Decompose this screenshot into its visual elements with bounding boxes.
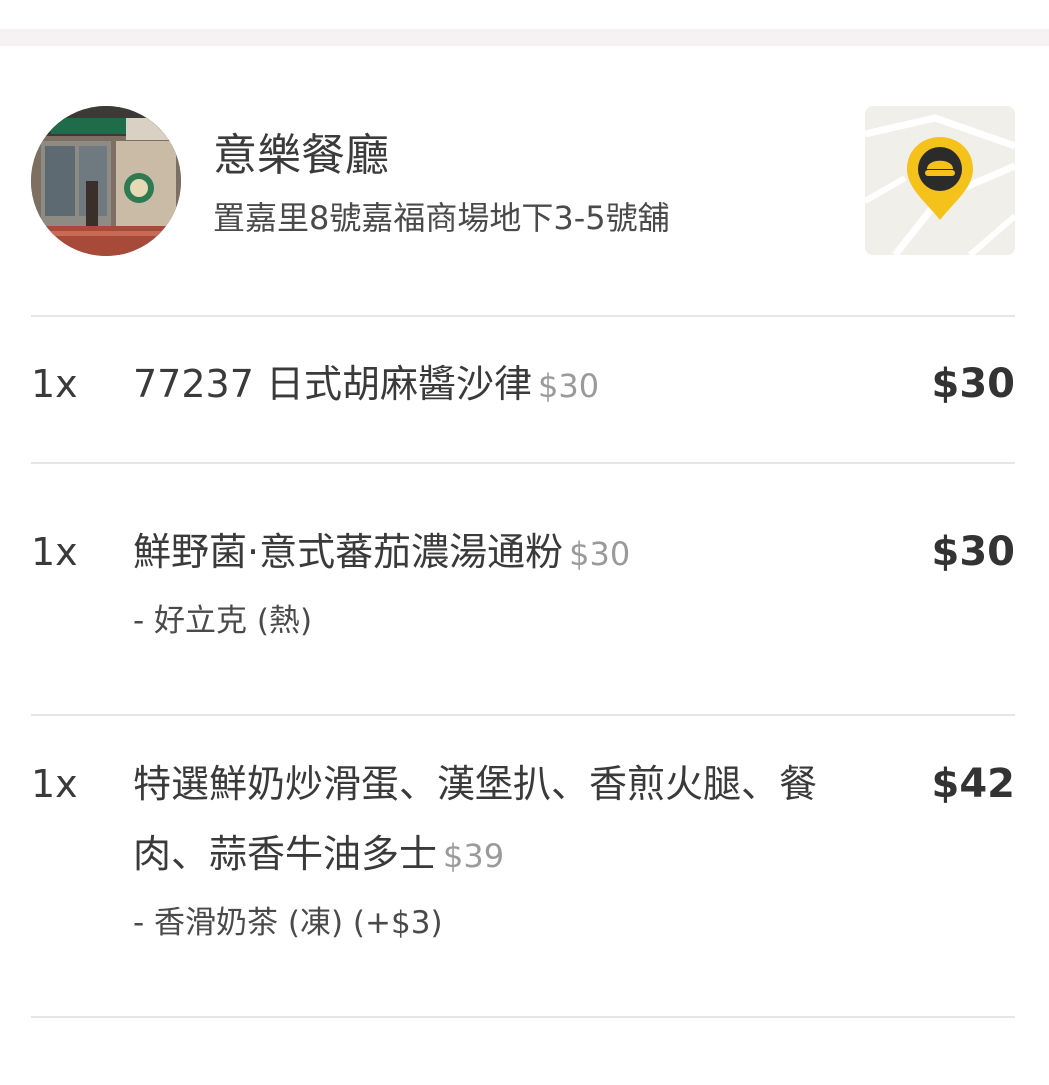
restaurant-header: 意樂餐廳 置嘉里8號嘉福商場地下3-5號舖 (0, 100, 1049, 260)
map-thumbnail[interactable] (865, 106, 1015, 255)
divider (31, 315, 1015, 317)
item-quantity: 1x (31, 530, 78, 574)
item-unit-price: $39 (443, 837, 505, 875)
top-separator-band (0, 29, 1049, 46)
item-name: 77237 日式胡麻醬沙律 (133, 362, 532, 406)
item-quantity: 1x (31, 762, 78, 806)
item-quantity: 1x (31, 362, 78, 406)
restaurant-address: 置嘉里8號嘉福商場地下3-5號舖 (213, 199, 670, 237)
item-details: 特選鮮奶炒滑蛋、漢堡扒、香煎火腿、餐肉、蒜香牛油多士 $39 - 香滑奶茶 (凍)… (133, 749, 853, 945)
item-details: 77237 日式胡麻醬沙律 $30 (133, 349, 853, 421)
item-option: - 香滑奶茶 (凍) (+$3) (133, 905, 443, 941)
item-option: - 好立克 (熱) (133, 603, 313, 639)
item-details: 鮮野菌·意式蕃茄濃湯通粉 $30 - 好立克 (熱) (133, 517, 853, 643)
divider (31, 1016, 1015, 1018)
item-unit-price: $30 (537, 367, 600, 405)
item-unit-price: $30 (569, 535, 631, 573)
item-name-line: 特選鮮奶炒滑蛋、漢堡扒、香煎火腿、餐肉、蒜香牛油多士 $39 (133, 749, 853, 891)
item-name: 鮮野菌·意式蕃茄濃湯通粉 (133, 530, 564, 574)
restaurant-photo[interactable] (31, 106, 181, 256)
item-line-total: $42 (931, 761, 1016, 807)
item-name-line: 77237 日式胡麻醬沙律 $30 (133, 349, 853, 421)
divider (31, 714, 1015, 716)
item-line-total: $30 (931, 361, 1016, 407)
item-line-total: $30 (931, 529, 1016, 575)
restaurant-name: 意樂餐廳 (213, 130, 389, 181)
item-name-line: 鮮野菌·意式蕃茄濃湯通粉 $30 (133, 517, 853, 589)
divider (31, 462, 1015, 464)
